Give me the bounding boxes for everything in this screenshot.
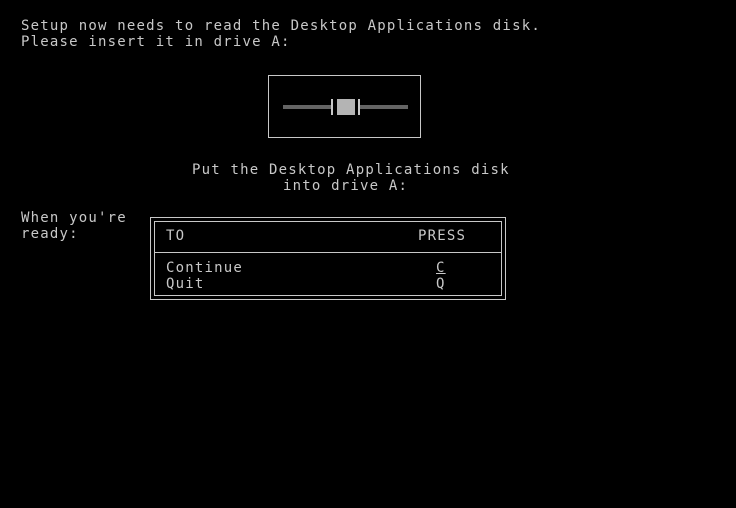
option-continue[interactable]: Continue: [166, 260, 243, 276]
options-table: TO PRESS Continue C Quit Q: [150, 217, 506, 300]
insert-disk-prompt-line-2: into drive A:: [283, 178, 409, 194]
key-continue[interactable]: C: [436, 260, 446, 276]
column-header-press: PRESS: [418, 228, 467, 244]
option-quit[interactable]: Quit: [166, 276, 205, 292]
insert-disk-prompt-line-1: Put the Desktop Applications disk: [192, 162, 510, 178]
column-header-to: TO: [166, 228, 186, 244]
ready-label-line-2: ready:: [21, 226, 79, 242]
ready-label-line-1: When you're: [21, 210, 127, 226]
floppy-drive-graphic: [283, 99, 408, 115]
table-divider: [155, 252, 501, 253]
floppy-drive-icon: [268, 75, 421, 138]
setup-message-line-1: Setup now needs to read the Desktop Appl…: [21, 18, 541, 34]
options-table-inner: TO PRESS Continue C Quit Q: [154, 221, 502, 296]
setup-message-line-2: Please insert it in drive A:: [21, 34, 291, 50]
key-quit[interactable]: Q: [436, 276, 446, 292]
